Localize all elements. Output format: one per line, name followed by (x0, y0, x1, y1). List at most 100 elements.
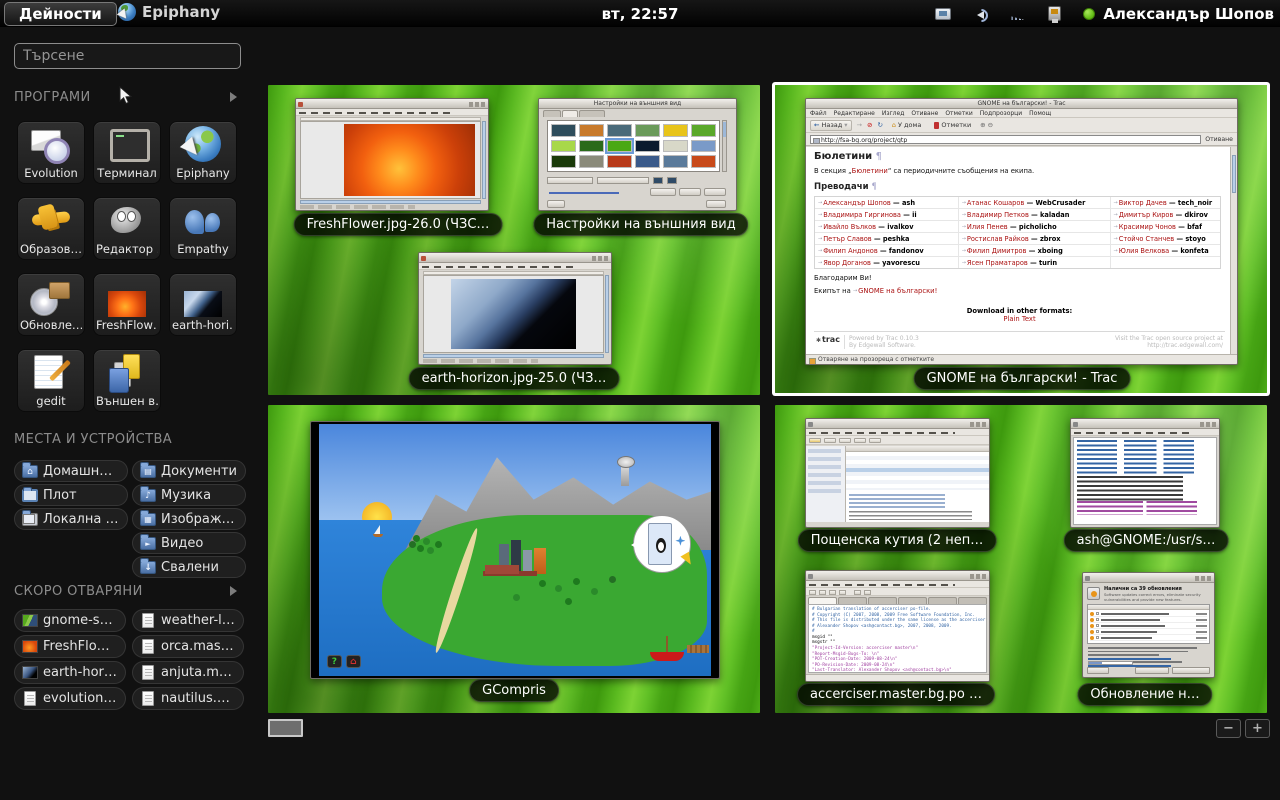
app-tile-label: Evolution (24, 166, 78, 180)
app-tile[interactable]: Външен в… (93, 349, 161, 412)
presence-status-icon (1083, 8, 1095, 20)
place-label: Домашна п… (43, 464, 120, 479)
app-tile[interactable]: Epiphany (169, 121, 237, 184)
updates-subheader: Software updates correct errors, elimina… (1104, 593, 1211, 602)
recent-section-title: СКОРО ОТВАРЯНИ (14, 584, 143, 599)
remove-workspace-button[interactable]: − (1216, 719, 1241, 738)
wallpaper-thumbnail (551, 124, 576, 137)
window-title-pill: GCompris (469, 679, 559, 702)
translator-cell: Владимир Петковkaladan (959, 209, 1111, 221)
recent-item[interactable]: evolution.m… (14, 687, 126, 710)
top-panel: Дейности Epiphany вт, 22:57 Александър Ш… (0, 0, 1280, 27)
translator-cell: Юлия Велковаkonfeta (1111, 245, 1220, 257)
recent-label: orca.master.… (161, 639, 236, 654)
place-item[interactable]: Документи (132, 460, 246, 482)
workspace-indicator[interactable] (268, 719, 303, 737)
bulletins-link: Бюлетини (852, 167, 888, 175)
app-tile[interactable]: Терминал (93, 121, 161, 184)
text-doc-icon (142, 691, 154, 706)
translator-cell: Филип Димитровxboing (959, 245, 1111, 257)
videos-folder-icon (140, 537, 156, 550)
window-epiphany-trac[interactable]: GNOME на български! - Trac ФайлРедактира… (805, 98, 1238, 365)
window-appearance-prefs[interactable]: Настройки на външния вид (538, 98, 737, 211)
window-title-pill: Обновление н… (1077, 683, 1212, 706)
app-tile[interactable]: Обновле… (17, 273, 85, 336)
place-item[interactable]: Плот (14, 484, 128, 506)
app-tile[interactable]: earth-hori… (169, 273, 237, 336)
app-tile[interactable]: Образов… (17, 197, 85, 260)
menu-item: Помощ (1029, 110, 1051, 117)
window-evolution-mail[interactable] (805, 418, 990, 528)
display-icon[interactable] (935, 8, 951, 20)
translator-cell: Ясен Праматаровturin (959, 257, 1111, 268)
workspace-1[interactable]: Настройки на външния вид (268, 85, 760, 395)
earth-image (451, 279, 576, 349)
battery-icon[interactable] (1048, 6, 1061, 21)
place-item[interactable]: Видео (132, 532, 246, 554)
wallpaper-thumbnail (607, 155, 632, 168)
updates-icon (30, 277, 72, 317)
window-gimp-earth[interactable] (418, 252, 612, 365)
recent-item[interactable]: nautilus.mas… (132, 687, 244, 710)
place-item[interactable]: Музика (132, 484, 246, 506)
network-icon[interactable] (1011, 7, 1026, 20)
mail-preview-pane (849, 494, 986, 520)
mouse-cursor (118, 86, 134, 106)
app-tile[interactable]: gedit (17, 349, 85, 412)
wallpaper-grid (547, 120, 720, 172)
user-menu[interactable]: Александър Шопов (1083, 5, 1274, 23)
downloads-folder-icon (140, 561, 156, 574)
window-gimp-freshflower[interactable] (295, 98, 489, 211)
programs-expand-arrow-icon[interactable] (230, 92, 242, 102)
wallpaper-thumbnail (607, 140, 632, 153)
workspace-3[interactable]: ? ⌂ GCompris (268, 405, 760, 713)
app-tile-label: Образов… (20, 242, 82, 256)
place-label: Плот (43, 488, 77, 503)
recent-item[interactable]: earth-horizo… (14, 661, 126, 684)
volume-icon[interactable] (973, 7, 989, 21)
translator-cell: Димитър Кировdkirov (1111, 209, 1220, 221)
window-title-pill: FreshFlower.jpg-26.0 (ЧЗС… (294, 213, 503, 236)
browser-menubar: ФайлРедактиранеИзгледОтиванеОтметкиПодпр… (806, 109, 1237, 118)
window-terminal[interactable] (1070, 418, 1220, 528)
place-item[interactable]: Свалени (132, 556, 246, 578)
window-update-manager[interactable]: Налични са 39 обновления Software update… (1082, 572, 1215, 678)
flower-image (344, 124, 475, 195)
recent-item[interactable]: orca.master.… (132, 635, 244, 658)
tower-graphic (621, 464, 629, 486)
wallpaper-thumbnail (579, 155, 604, 168)
app-tile-label: Редактор … (96, 242, 158, 256)
wallpaper-thumbnail (663, 140, 688, 153)
place-label: Локална мр… (43, 512, 120, 527)
mail-folder-pane (806, 446, 846, 522)
workspace-4[interactable]: # Bulgarian translation of accerciser po… (775, 405, 1267, 713)
add-workspace-button[interactable]: + (1245, 719, 1270, 738)
window-gcompris[interactable]: ? ⌂ (310, 421, 720, 679)
translator-cell: Стойчо Станчевstoyo (1111, 233, 1220, 245)
place-item[interactable]: Домашна п… (14, 460, 128, 482)
app-tile-label: Empathy (177, 242, 228, 256)
window-gedit-po[interactable]: # Bulgarian translation of accerciser po… (805, 570, 990, 682)
address-bar: http://fsa-bg.org/project/gtp Отиване (806, 133, 1237, 146)
recent-item[interactable]: gnome-shel… (14, 609, 126, 632)
translator-cell: Владимира Гиргиноваii (815, 209, 959, 221)
recent-item[interactable]: anjuta.mast… (132, 661, 244, 684)
translator-cell: Атанас КошаровWebCrusader (959, 197, 1111, 209)
recent-item[interactable]: weather-loc… (132, 609, 244, 632)
recent-label: gnome-shel… (43, 613, 118, 628)
app-tile[interactable]: Empathy (169, 197, 237, 260)
recent-expand-arrow-icon[interactable] (230, 586, 242, 596)
workspace-2-selected[interactable]: GNOME на български! - Trac ФайлРедактира… (775, 85, 1267, 393)
place-item[interactable]: Изображен… (132, 508, 246, 530)
wallpaper-thumbnail (551, 140, 576, 153)
app-tile[interactable]: Редактор … (93, 197, 161, 260)
user-name: Александър Шопов (1103, 5, 1274, 23)
recent-item[interactable]: FreshFlower… (14, 635, 126, 658)
app-tile[interactable]: Evolution (17, 121, 85, 184)
app-tile[interactable]: FreshFlow… (93, 273, 161, 336)
bookmarks-button: Отметки (930, 120, 975, 131)
gimp-canvas (300, 121, 481, 199)
place-item[interactable]: Локална мр… (14, 508, 128, 530)
menu-item: Файл (810, 110, 827, 117)
search-input[interactable] (14, 43, 241, 69)
